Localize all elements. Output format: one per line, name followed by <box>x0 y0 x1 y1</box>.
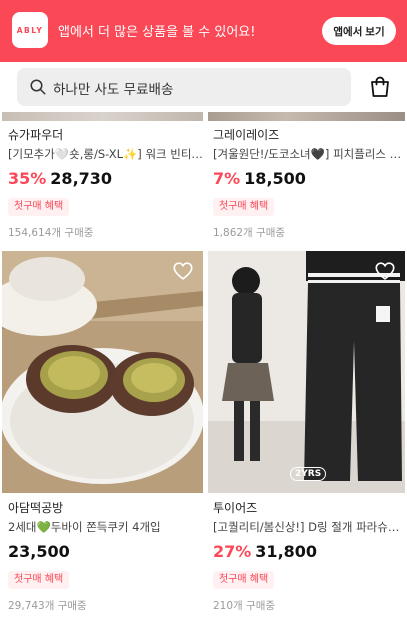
first-purchase-badge: 첫구매 혜택 <box>8 198 70 216</box>
product-image[interactable] <box>2 251 203 493</box>
product-image[interactable] <box>2 112 203 121</box>
brand-watermark: 2YRS <box>290 467 327 481</box>
search-placeholder: 하나만 사도 무료배송 <box>53 82 174 98</box>
price-row: 23,500 <box>8 541 204 563</box>
search-icon <box>30 79 46 95</box>
heart-icon[interactable] <box>172 260 194 282</box>
product-card-info[interactable]: 그레이레이즈 [겨울원단!/도코소녀🖤] 피치플리스 후드 집업 7%18,50… <box>213 127 407 240</box>
price-row: 27% 31,800 <box>213 541 407 563</box>
product-title: [고퀄리티/봄신상!] D링 절개 파라슈트 와이드 팬츠 <box>213 520 407 534</box>
open-app-button[interactable]: 앱에서 보기 <box>322 17 396 45</box>
product-brand: 그레이레이즈 <box>213 128 280 142</box>
app-download-banner[interactable]: ABLY 앱에서 더 많은 상품을 볼 수 있어요! 앱에서 보기 <box>0 0 407 62</box>
first-purchase-badge: 첫구매 혜택 <box>213 198 275 216</box>
product-image[interactable] <box>208 112 405 121</box>
search-input[interactable]: 하나만 사도 무료배송 <box>17 68 351 106</box>
product-title: [겨울원단!/도코소녀🖤] 피치플리스 후드 집업 <box>213 147 407 161</box>
product-card-info[interactable]: 슈가파우더 [기모추가🤍숏,롱/S-XL✨] 워크 빈티지 와이드 카고 팬츠 … <box>8 127 204 240</box>
discount-rate: 27% <box>213 542 252 561</box>
product-brand: 투이어즈 <box>213 501 258 515</box>
product-price: 18,500 <box>244 169 306 188</box>
purchase-count: 29,743개 구매중 <box>8 600 87 612</box>
ably-logo: ABLY <box>12 12 48 48</box>
product-card-info[interactable]: 아담떡공방 2세대💚두바이 쫀득쿠키 4개입 23,500 첫구매 혜택 29,… <box>8 500 204 613</box>
product-title: 2세대💚두바이 쫀득쿠키 4개입 <box>8 520 161 534</box>
product-brand: 아담떡공방 <box>8 501 64 515</box>
product-title: [기모추가🤍숏,롱/S-XL✨] 워크 빈티지 와이드 카고 팬츠 <box>8 147 204 161</box>
fashion-photo <box>208 251 405 493</box>
first-purchase-badge: 첫구매 혜택 <box>8 571 70 589</box>
product-price: 23,500 <box>8 542 70 561</box>
purchase-count: 210개 구매중 <box>213 600 276 612</box>
search-header: 하나만 사도 무료배송 <box>0 62 407 112</box>
cookie-photo <box>2 251 203 493</box>
price-row: 35% 28,730 <box>8 168 204 190</box>
price-row: 7% 18,500 <box>213 168 407 190</box>
product-image[interactable]: 2YRS <box>208 251 405 493</box>
product-price: 28,730 <box>50 169 113 188</box>
product-price: 31,800 <box>255 542 318 561</box>
discount-rate: 35% <box>8 169 47 188</box>
heart-icon[interactable] <box>374 260 396 282</box>
banner-message: 앱에서 더 많은 상품을 볼 수 있어요! <box>58 25 256 40</box>
product-card-info[interactable]: 투이어즈 [고퀄리티/봄신상!] D링 절개 파라슈트 와이드 팬츠 27%31… <box>213 500 407 613</box>
purchase-count: 1,862개 구매중 <box>213 227 286 239</box>
shopping-bag-icon[interactable] <box>368 75 392 99</box>
discount-rate: 7% <box>213 169 241 188</box>
first-purchase-badge: 첫구매 혜택 <box>213 571 275 589</box>
product-brand: 슈가파우더 <box>8 128 64 142</box>
purchase-count: 154,614개 구매중 <box>8 227 94 239</box>
